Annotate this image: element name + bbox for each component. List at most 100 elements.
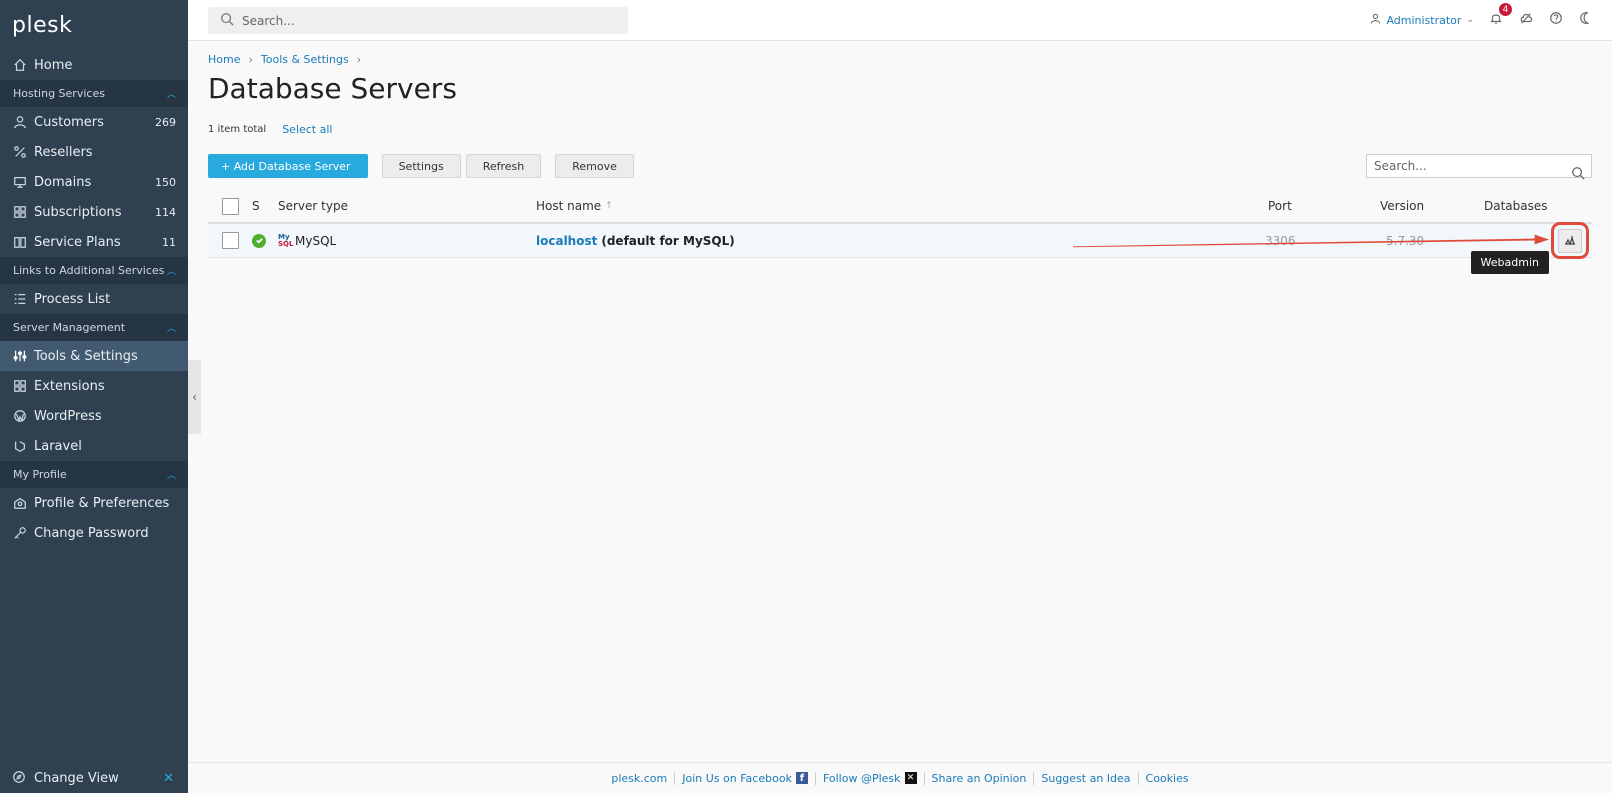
section-hosting-services[interactable]: Hosting Services ︿	[0, 80, 188, 107]
sidebar-item-label: Home	[34, 57, 73, 73]
user-icon	[12, 114, 28, 130]
row-checkbox[interactable]	[222, 232, 239, 249]
column-databases[interactable]: Databases	[1484, 190, 1548, 222]
footer-link-opinion[interactable]: Share an Opinion	[923, 771, 1034, 785]
sidebar-item-wordpress[interactable]: WordPress	[0, 401, 188, 431]
global-search-input[interactable]	[242, 13, 602, 28]
global-search	[208, 7, 628, 34]
sidebar-item-resellers[interactable]: Resellers	[0, 137, 188, 167]
add-database-server-button[interactable]: + Add Database Server	[208, 154, 368, 178]
user-icon	[1370, 13, 1381, 27]
x-icon: ✕	[904, 772, 917, 784]
cloud-button[interactable]	[1518, 12, 1534, 28]
wordpress-icon	[12, 408, 28, 424]
footer-link-idea[interactable]: Suggest an Idea	[1033, 771, 1137, 785]
select-all-link[interactable]: Select all	[282, 123, 332, 136]
sort-asc-icon: ↑	[605, 201, 613, 211]
toolbar: + Add Database Server Settings Refresh R…	[208, 154, 1592, 180]
column-version[interactable]: Version	[1380, 190, 1424, 222]
compass-icon	[12, 770, 28, 786]
search-icon	[220, 12, 234, 30]
chevron-left-icon: ‹	[192, 390, 197, 404]
sidebar-item-laravel[interactable]: Laravel	[0, 431, 188, 461]
monitor-icon	[12, 174, 28, 190]
customers-count: 269	[155, 115, 176, 129]
sidebar-item-home[interactable]: Home	[0, 50, 188, 80]
laravel-icon	[12, 438, 28, 454]
sidebar-item-subscriptions[interactable]: Subscriptions 114	[0, 197, 188, 227]
notifications-badge: 4	[1499, 3, 1512, 16]
item-total: 1 item total	[208, 124, 267, 135]
section-server-management[interactable]: Server Management ︿	[0, 314, 188, 341]
table-row: My SQL MySQL localhost (default for MySQL…	[208, 222, 1592, 274]
database-servers-table: S Server type Host name ↑ Port Version Da…	[208, 190, 1592, 274]
sidebar-item-process-list[interactable]: Process List	[0, 284, 188, 314]
settings-button[interactable]: Settings	[381, 154, 461, 178]
footer-link-cookies[interactable]: Cookies	[1137, 771, 1196, 785]
percent-icon	[12, 144, 28, 160]
sidebar-item-customers[interactable]: Customers 269	[0, 107, 188, 137]
footer-link-follow[interactable]: Follow @Plesk ✕	[814, 771, 924, 785]
host-name-link[interactable]: localhost	[536, 234, 597, 248]
column-server-type[interactable]: Server type	[278, 190, 348, 222]
main-content: Home › Tools & Settings › Database Serve…	[208, 41, 1592, 274]
webadmin-tooltip: Webadmin	[1470, 251, 1549, 274]
sidebar-item-tools-settings[interactable]: Tools & Settings	[0, 341, 188, 371]
mysql-icon: My SQL	[278, 232, 294, 248]
moon-icon	[1579, 11, 1593, 29]
breadcrumb-home[interactable]: Home	[208, 53, 240, 66]
footer-link-plesk[interactable]: plesk.com	[604, 772, 674, 785]
list-icon	[12, 291, 28, 307]
table-header: S Server type Host name ↑ Port Version Da…	[208, 190, 1592, 224]
select-all-checkbox[interactable]	[222, 197, 239, 215]
refresh-button[interactable]: Refresh	[465, 154, 542, 178]
top-bar: Administrator ⌄ 4	[188, 0, 1612, 41]
sidebar: plesk Home Hosting Services ︿ Customers …	[0, 0, 188, 793]
user-menu[interactable]: Administrator ⌄	[1370, 13, 1474, 27]
list-search-input[interactable]	[1374, 159, 1564, 173]
host-name-note: (default for MySQL)	[601, 233, 735, 248]
facebook-icon: f	[795, 772, 808, 784]
annotation-arrow	[1073, 234, 1550, 248]
cloud-icon	[1519, 11, 1533, 29]
key-icon	[12, 525, 28, 541]
chevron-up-icon: ︿	[166, 90, 176, 100]
footer: plesk.com Join Us on Facebook f Follow @P…	[188, 762, 1612, 793]
chevron-up-icon: ︿	[166, 471, 176, 481]
section-links-additional[interactable]: Links to Additional Services ︿	[0, 257, 188, 284]
chevron-up-icon: ︿	[166, 324, 176, 334]
sliders-icon	[12, 348, 28, 364]
page-title: Database Servers	[208, 72, 457, 105]
column-port[interactable]: Port	[1268, 190, 1292, 222]
sidebar-item-change-password[interactable]: Change Password	[0, 518, 188, 548]
book-icon	[12, 234, 28, 250]
sidebar-item-domains[interactable]: Domains 150	[0, 167, 188, 197]
breadcrumb-tools-settings[interactable]: Tools & Settings	[261, 53, 349, 66]
sidebar-item-extensions[interactable]: Extensions	[0, 371, 188, 401]
extensions-icon	[12, 378, 28, 394]
highlight-box	[1551, 222, 1589, 259]
sidebar-item-profile-preferences[interactable]: Profile & Preferences	[0, 488, 188, 518]
grid-icon	[12, 204, 28, 220]
version-value: 5.7.30	[1386, 233, 1425, 248]
help-button[interactable]	[1548, 12, 1564, 28]
subscriptions-count: 114	[155, 205, 176, 219]
plesk-logo[interactable]: plesk	[0, 0, 188, 50]
notifications-button[interactable]: 4	[1488, 3, 1512, 28]
close-icon[interactable]: ✕	[163, 771, 174, 786]
sidebar-collapse-handle[interactable]: ‹	[188, 360, 201, 434]
column-host-name[interactable]: Host name ↑	[536, 190, 613, 222]
port-value: 3306	[1265, 233, 1296, 248]
remove-button[interactable]: Remove	[555, 154, 634, 178]
list-search	[1366, 154, 1592, 180]
section-my-profile[interactable]: My Profile ︿	[0, 461, 188, 488]
column-status[interactable]: S	[252, 190, 260, 222]
chevron-down-icon: ⌄	[1466, 15, 1474, 25]
theme-toggle[interactable]	[1578, 11, 1594, 29]
domains-count: 150	[155, 175, 176, 189]
profile-icon	[12, 495, 28, 511]
footer-link-facebook[interactable]: Join Us on Facebook f	[674, 771, 815, 785]
service-plans-count: 11	[162, 235, 176, 249]
change-view[interactable]: Change View ✕	[0, 763, 188, 793]
sidebar-item-service-plans[interactable]: Service Plans 11	[0, 227, 188, 257]
